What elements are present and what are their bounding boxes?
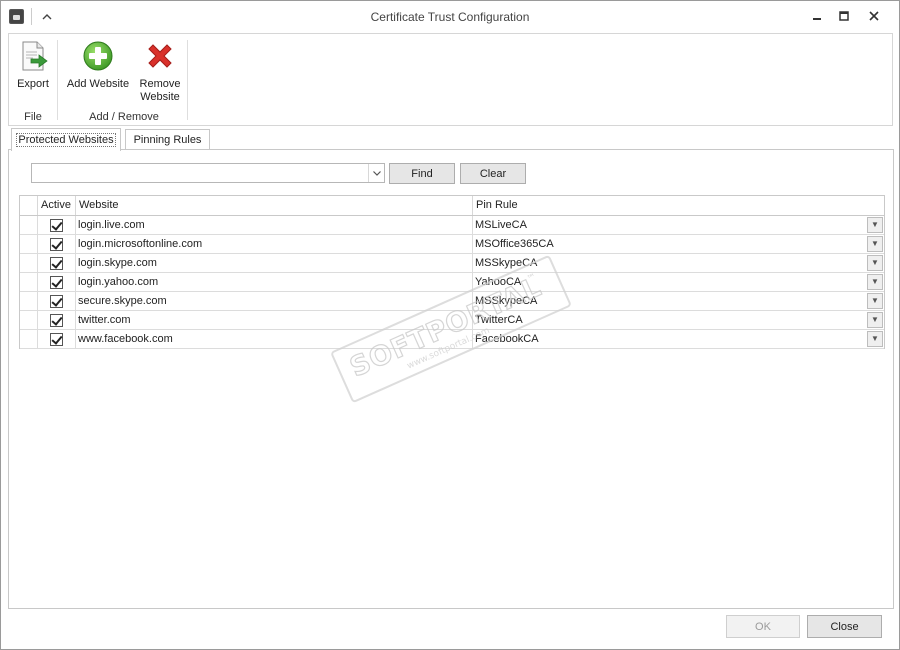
close-window-button[interactable] bbox=[861, 5, 887, 27]
ribbon-group-add-remove: Add / Remove bbox=[89, 111, 159, 123]
active-cell[interactable] bbox=[38, 330, 76, 348]
row-indicator bbox=[20, 292, 38, 310]
column-header-website[interactable]: Website bbox=[76, 196, 473, 215]
active-checkbox[interactable] bbox=[50, 314, 63, 327]
row-indicator bbox=[20, 311, 38, 329]
chevron-down-icon[interactable] bbox=[368, 164, 384, 182]
pin-rule-cell[interactable]: MSLiveCA ▼ bbox=[473, 216, 884, 234]
remove-website-button[interactable]: Remove Website bbox=[135, 40, 185, 104]
remove-icon bbox=[148, 44, 172, 68]
active-checkbox[interactable] bbox=[50, 238, 63, 251]
close-button[interactable]: Close bbox=[807, 615, 882, 638]
website-cell[interactable]: login.yahoo.com bbox=[76, 273, 473, 291]
ribbon-group-file: File bbox=[24, 111, 42, 123]
website-cell[interactable]: login.skype.com bbox=[76, 254, 473, 272]
add-website-button[interactable]: Add Website bbox=[63, 40, 133, 91]
table-row[interactable]: login.yahoo.com YahooCA ▼ bbox=[20, 273, 884, 292]
find-button[interactable]: Find bbox=[389, 163, 455, 184]
row-indicator bbox=[20, 330, 38, 348]
export-label: Export bbox=[17, 78, 49, 90]
main-window: Certificate Trust Configuration Export A… bbox=[0, 0, 900, 650]
remove-website-label-line2: Website bbox=[140, 91, 180, 103]
row-indicator bbox=[20, 273, 38, 291]
protected-websites-panel: Find Clear Active Website Pin Rule login… bbox=[8, 149, 894, 609]
tab-protected-websites-label: Protected Websites bbox=[16, 133, 116, 147]
website-cell[interactable]: login.live.com bbox=[76, 216, 473, 234]
ribbon: Export Add Website Remove Website File A… bbox=[8, 33, 893, 126]
table-row[interactable]: login.microsoftonline.com MSOffice365CA ▼ bbox=[20, 235, 884, 254]
window-title: Certificate Trust Configuration bbox=[370, 10, 530, 24]
clear-button[interactable]: Clear bbox=[460, 163, 526, 184]
ribbon-group-separator bbox=[187, 40, 188, 120]
website-cell[interactable]: secure.skype.com bbox=[76, 292, 473, 310]
table-row[interactable]: login.live.com MSLiveCA ▼ bbox=[20, 216, 884, 235]
active-checkbox[interactable] bbox=[50, 276, 63, 289]
active-checkbox[interactable] bbox=[50, 219, 63, 232]
ok-button[interactable]: OK bbox=[726, 615, 800, 638]
active-cell[interactable] bbox=[38, 235, 76, 253]
chevron-down-icon[interactable]: ▼ bbox=[867, 293, 883, 309]
remove-website-label-line1: Remove bbox=[139, 78, 181, 90]
pin-rule-cell[interactable]: FacebookCA ▼ bbox=[473, 330, 884, 348]
add-icon bbox=[83, 41, 113, 71]
row-indicator bbox=[20, 254, 38, 272]
website-cell[interactable]: login.microsoftonline.com bbox=[76, 235, 473, 253]
active-cell[interactable] bbox=[38, 254, 76, 272]
active-checkbox[interactable] bbox=[50, 295, 63, 308]
export-icon bbox=[22, 41, 48, 71]
active-checkbox[interactable] bbox=[50, 257, 63, 270]
row-indicator bbox=[20, 235, 38, 253]
tab-pinning-rules-label: Pinning Rules bbox=[133, 133, 202, 146]
maximize-button[interactable] bbox=[831, 5, 857, 27]
row-indicator bbox=[20, 216, 38, 234]
pin-rule-cell[interactable]: MSOffice365CA ▼ bbox=[473, 235, 884, 253]
tab-pinning-rules[interactable]: Pinning Rules bbox=[125, 129, 210, 150]
ribbon-group-separator bbox=[57, 40, 58, 120]
column-header-active[interactable]: Active bbox=[38, 196, 76, 215]
chevron-down-icon[interactable]: ▼ bbox=[867, 255, 883, 271]
chevron-down-icon[interactable]: ▼ bbox=[867, 274, 883, 290]
column-header-pin-rule[interactable]: Pin Rule bbox=[473, 196, 884, 215]
active-checkbox[interactable] bbox=[50, 333, 63, 346]
search-combobox[interactable] bbox=[31, 163, 385, 183]
active-cell[interactable] bbox=[38, 216, 76, 234]
chevron-down-icon[interactable]: ▼ bbox=[867, 331, 883, 347]
active-cell[interactable] bbox=[38, 292, 76, 310]
active-cell[interactable] bbox=[38, 311, 76, 329]
chevron-down-icon[interactable]: ▼ bbox=[867, 236, 883, 252]
row-indicator-header bbox=[20, 196, 38, 215]
tab-protected-websites[interactable]: Protected Websites bbox=[11, 128, 121, 151]
title-bar: Certificate Trust Configuration bbox=[1, 1, 899, 32]
add-website-label: Add Website bbox=[66, 78, 130, 90]
pin-rule-value: MSLiveCA bbox=[475, 219, 527, 231]
active-cell[interactable] bbox=[38, 273, 76, 291]
table-row[interactable]: login.skype.com MSSkypeCA ▼ bbox=[20, 254, 884, 273]
pin-rule-value: MSOffice365CA bbox=[475, 238, 554, 250]
minimize-button[interactable] bbox=[804, 5, 830, 27]
chevron-down-icon[interactable]: ▼ bbox=[867, 217, 883, 233]
export-button[interactable]: Export bbox=[13, 40, 53, 91]
chevron-down-icon[interactable]: ▼ bbox=[867, 312, 883, 328]
grid-header: Active Website Pin Rule bbox=[20, 196, 884, 216]
